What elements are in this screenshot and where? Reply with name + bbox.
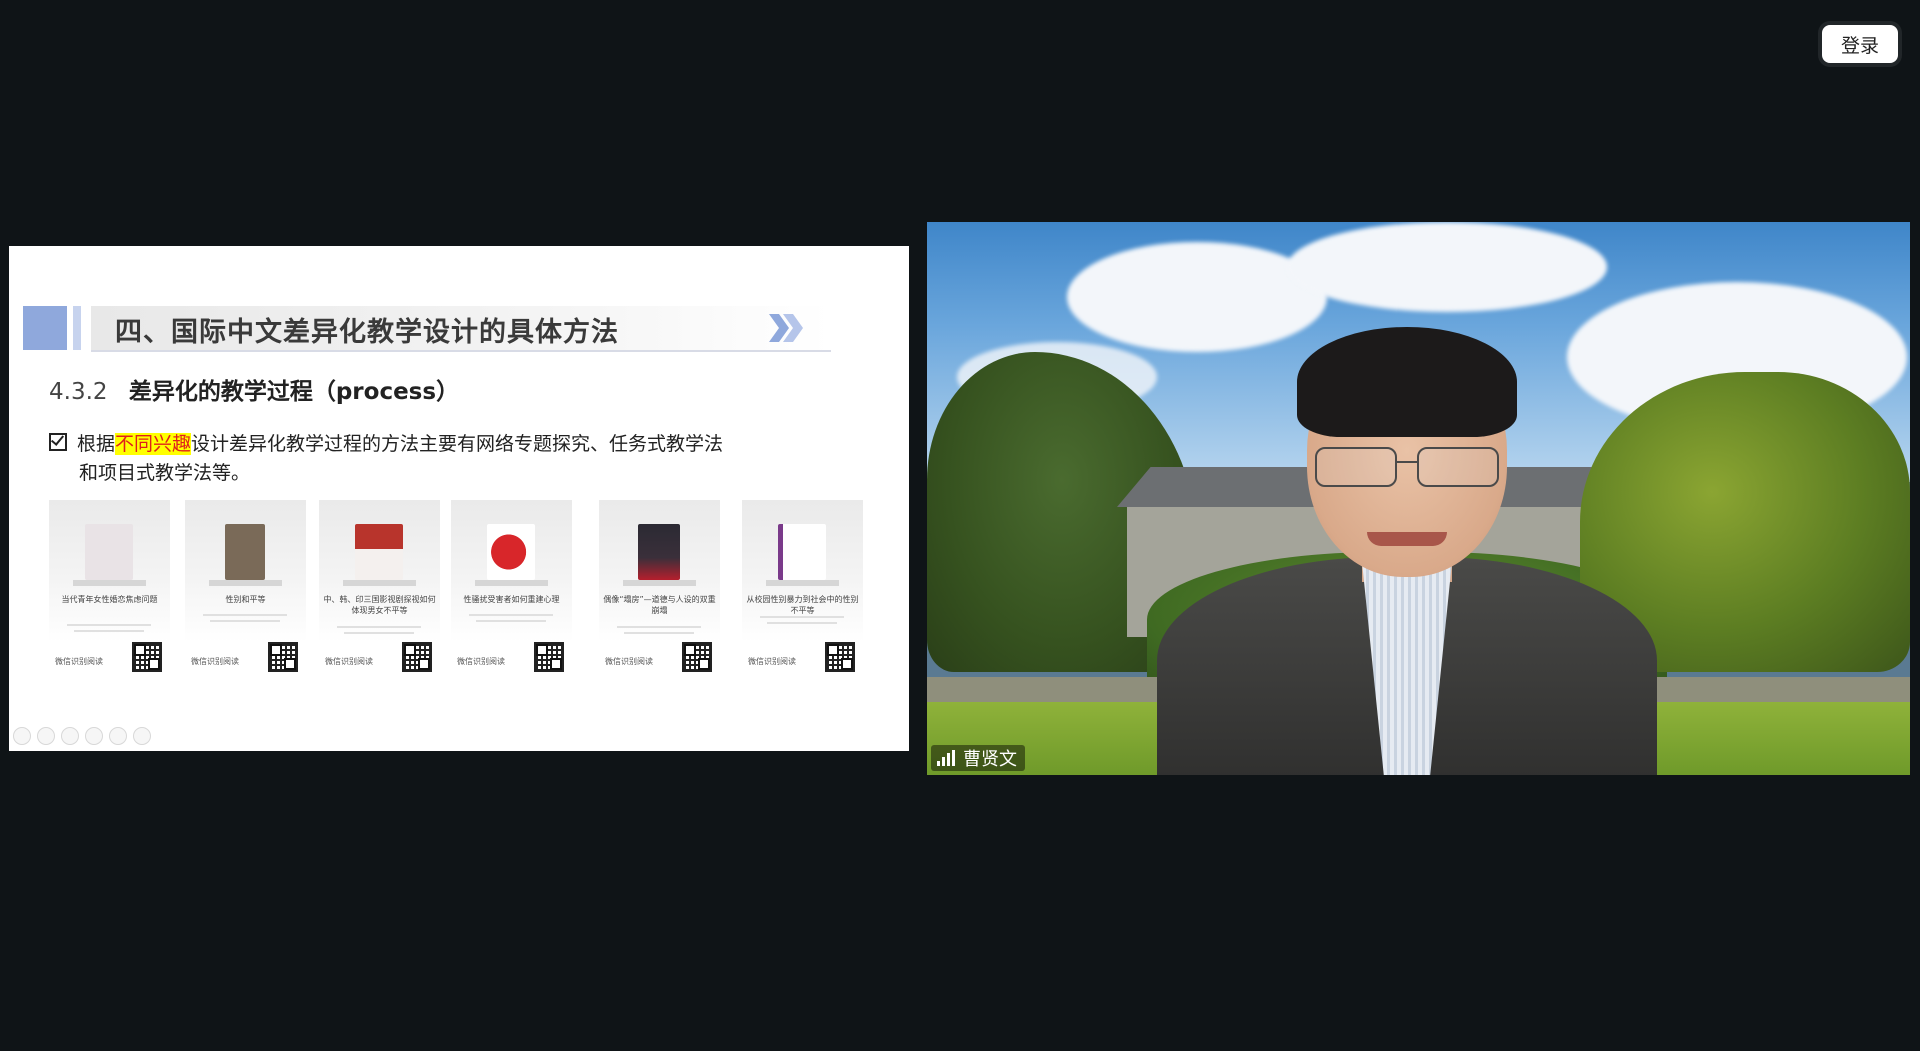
slides-grid-icon[interactable] [85, 727, 103, 745]
card-title: 偶像“塌房”—道德与人设的双重崩塌 [603, 595, 716, 615]
card-title: 当代青年女性婚恋焦虑问题 [61, 595, 158, 604]
bullet-highlight: 不同兴趣 [115, 433, 192, 455]
card-text-line [67, 624, 151, 626]
card-title: 从校园性别暴力到社会中的性别不平等 [746, 595, 859, 615]
qr-code-icon [402, 642, 432, 672]
card-scan-label: 微信识别阅读 [55, 657, 103, 666]
title-accent-bar [73, 306, 81, 350]
card-text-line [337, 626, 421, 628]
card-cover [85, 524, 133, 580]
glasses-icon [1315, 447, 1499, 487]
article-cards: 当代青年女性婚恋焦虑问题 微信识别阅读 性别和平等 微信识别阅读 中、韩、印三国… [49, 500, 879, 680]
participant-name-tag: 曹贤文 [931, 745, 1025, 771]
card-scan-label: 微信识别阅读 [325, 657, 373, 666]
bullet-line2: 和项目式教学法等。 [79, 462, 251, 484]
section-number: 4.3.2 [49, 379, 108, 405]
card-text-line [74, 630, 144, 632]
meeting-stage: 登录 四、国际中文差异化教学设计的具体方法 4.3.2 差异化的教学过程（pro… [0, 0, 1920, 1051]
bullet-prefix: 根据 [77, 433, 116, 455]
shared-slide: 四、国际中文差异化教学设计的具体方法 4.3.2 差异化的教学过程（proces… [9, 246, 909, 751]
card-cover [355, 524, 403, 580]
card-cover [778, 524, 826, 580]
checkbox-icon [49, 433, 67, 451]
card-cover-bar [73, 580, 146, 586]
card-scan-label: 微信识别阅读 [748, 657, 796, 666]
next-slide-icon[interactable] [37, 727, 55, 745]
card-text-line [203, 614, 287, 616]
card-text-line [210, 620, 280, 622]
card-scan-label: 微信识别阅读 [605, 657, 653, 666]
article-card: 性骚扰受害者如何重建心理 微信识别阅读 [451, 500, 572, 678]
qr-code-icon [268, 642, 298, 672]
signal-strength-icon [937, 750, 955, 766]
card-cover-bar [623, 580, 696, 586]
double-chevron-icon [769, 314, 803, 342]
card-scan-label: 微信识别阅读 [191, 657, 239, 666]
speaker [1157, 307, 1657, 775]
slide-toolbar [13, 727, 151, 747]
card-text-line [344, 632, 414, 634]
qr-code-icon [132, 642, 162, 672]
article-card: 从校园性别暴力到社会中的性别不平等 微信识别阅读 [742, 500, 863, 678]
card-title: 性骚扰受害者如何重建心理 [463, 595, 560, 604]
card-cover-bar [475, 580, 548, 586]
card-cover-bar [343, 580, 416, 586]
card-cover [487, 524, 535, 580]
article-card: 中、韩、印三国影视剧探视如何体现男女不平等 微信识别阅读 [319, 500, 440, 678]
card-cover-bar [766, 580, 839, 586]
section-title: 差异化的教学过程（process） [128, 379, 460, 405]
qr-code-icon [825, 642, 855, 672]
card-cover [225, 524, 265, 580]
zoom-icon[interactable] [109, 727, 127, 745]
bullet-point: 根据不同兴趣设计差异化教学过程的方法主要有网络专题探究、任务式教学法 和项目式教… [49, 430, 809, 488]
participant-name: 曹贤文 [963, 749, 1017, 770]
bullet-rest: 设计差异化教学过程的方法主要有网络专题探究、任务式教学法 [191, 433, 724, 455]
card-cover [638, 524, 680, 580]
card-scan-label: 微信识别阅读 [457, 657, 505, 666]
qr-code-icon [682, 642, 712, 672]
article-card: 性别和平等 微信识别阅读 [185, 500, 306, 678]
card-title: 性别和平等 [225, 595, 266, 604]
participant-video[interactable]: 曹贤文 [927, 222, 1910, 775]
prev-slide-icon[interactable] [13, 727, 31, 745]
card-text-line [760, 616, 844, 618]
card-text-line [767, 622, 837, 624]
speaker-mouth [1367, 532, 1447, 546]
card-text-line [469, 614, 553, 616]
card-text-line [624, 632, 694, 634]
article-card: 当代青年女性婚恋焦虑问题 微信识别阅读 [49, 500, 170, 678]
card-cover-bar [209, 580, 282, 586]
more-icon[interactable] [133, 727, 151, 745]
card-text-line [476, 620, 546, 622]
card-text-line [617, 626, 701, 628]
card-title: 中、韩、印三国影视剧探视如何体现男女不平等 [323, 595, 436, 615]
section-heading: 4.3.2 差异化的教学过程（process） [49, 372, 459, 406]
slide-header: 四、国际中文差异化教学设计的具体方法 [23, 306, 831, 352]
speaker-hair [1297, 327, 1517, 437]
qr-code-icon [534, 642, 564, 672]
title-accent-block [23, 306, 67, 350]
login-button[interactable]: 登录 [1822, 25, 1898, 63]
article-card: 偶像“塌房”—道德与人设的双重崩塌 微信识别阅读 [599, 500, 720, 678]
pen-icon[interactable] [61, 727, 79, 745]
background-cloud [1287, 222, 1607, 312]
slide-title: 四、国际中文差异化教学设计的具体方法 [115, 317, 619, 348]
